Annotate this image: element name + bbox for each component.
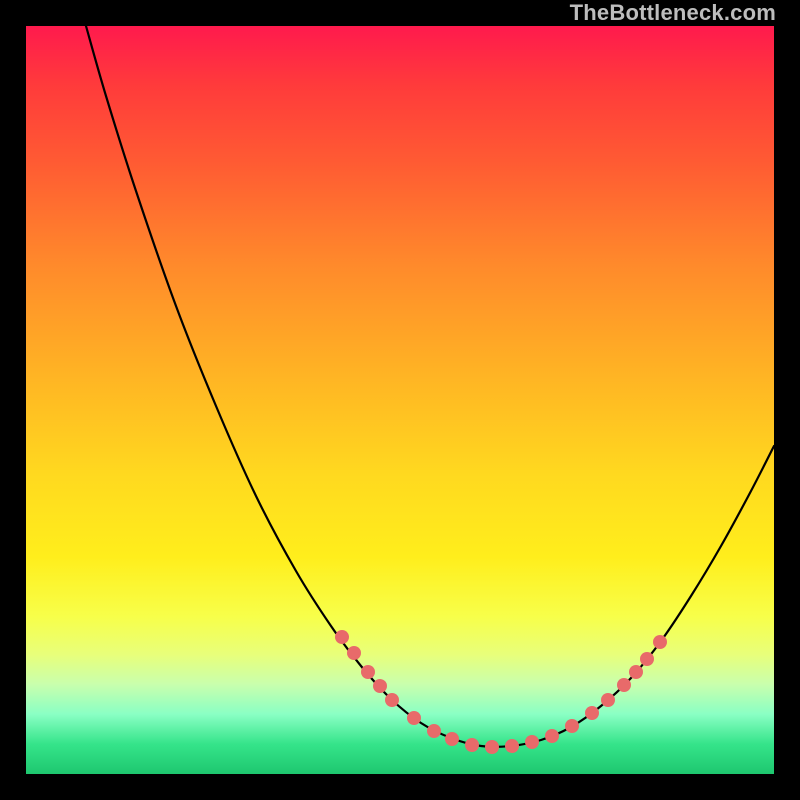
marker-dot bbox=[505, 739, 519, 753]
marker-dot bbox=[653, 635, 667, 649]
marker-dot bbox=[585, 706, 599, 720]
marker-dot bbox=[427, 724, 441, 738]
marker-dot bbox=[545, 729, 559, 743]
bottleneck-curve bbox=[86, 26, 774, 747]
marker-dot bbox=[629, 665, 643, 679]
marker-dot bbox=[335, 630, 349, 644]
marker-dot bbox=[601, 693, 615, 707]
chart-svg bbox=[26, 26, 774, 774]
marker-dot bbox=[485, 740, 499, 754]
marker-dot bbox=[407, 711, 421, 725]
marker-dot bbox=[385, 693, 399, 707]
marker-dot bbox=[445, 732, 459, 746]
marker-dot bbox=[465, 738, 479, 752]
watermark-text: TheBottleneck.com bbox=[570, 0, 776, 26]
marker-dot bbox=[565, 719, 579, 733]
marker-dot bbox=[361, 665, 375, 679]
marker-dot bbox=[617, 678, 631, 692]
marker-dot bbox=[347, 646, 361, 660]
marker-dot bbox=[373, 679, 387, 693]
marker-dot bbox=[640, 652, 654, 666]
marker-dot bbox=[525, 735, 539, 749]
plot-area bbox=[26, 26, 774, 774]
